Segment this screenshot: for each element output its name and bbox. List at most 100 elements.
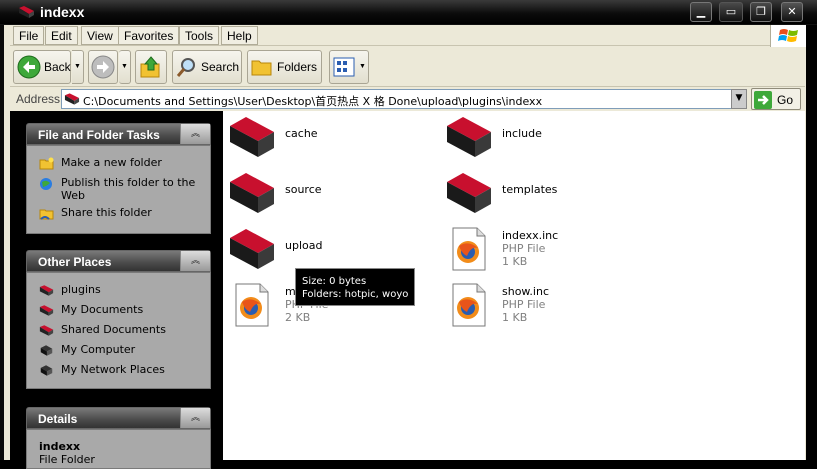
folders-icon xyxy=(251,60,272,76)
folder-icon xyxy=(39,305,54,316)
address-label: Address xyxy=(16,92,61,106)
collapse-chevron-icon[interactable]: ︽ xyxy=(180,408,210,428)
go-arrow-icon xyxy=(754,91,772,109)
folders-button[interactable]: Folders xyxy=(247,50,322,84)
other-places-panel: plugins My Documents Shared Documents My… xyxy=(26,272,211,389)
close-icon[interactable]: ✕ xyxy=(781,2,803,22)
share-folder-icon xyxy=(39,209,54,220)
forward-arrow-icon xyxy=(91,55,115,79)
file-item-source[interactable]: source xyxy=(228,170,428,218)
folders-label: Folders xyxy=(277,60,318,74)
other-places-title: Other Places xyxy=(38,255,112,269)
task-label: Make a new folder xyxy=(61,156,162,169)
back-arrow-icon xyxy=(17,55,41,79)
place-label: plugins xyxy=(61,283,101,296)
views-button[interactable]: ▼ xyxy=(329,50,369,84)
place-label: My Network Places xyxy=(61,363,165,376)
address-path: C:\Documents and Settings\User\Desktop\首… xyxy=(83,95,543,108)
go-button[interactable]: Go xyxy=(751,88,801,110)
file-type: PHP File xyxy=(502,242,546,255)
folder-icon xyxy=(230,229,274,269)
go-label: Go xyxy=(777,93,794,107)
address-bar: Address C:\Documents and Settings\User\D… xyxy=(10,88,805,110)
explorer-window: indexx ▁ ❐ ✕ ▭ File Edit View Favorites … xyxy=(0,0,817,469)
php-file-icon xyxy=(452,283,486,327)
place-label: My Documents xyxy=(61,303,144,316)
menu-bar: File Edit View Favorites Tools Help xyxy=(10,25,805,46)
tasks-panel: Make a new folder Publish this folder to… xyxy=(26,145,211,234)
tasks-panel-header[interactable]: File and Folder Tasks ︽ xyxy=(26,123,211,145)
window-border-right xyxy=(806,25,817,460)
address-dropdown-icon[interactable]: ▼ xyxy=(731,89,747,109)
menu-caption-icon[interactable]: ▭ xyxy=(719,2,743,22)
new-folder-icon xyxy=(39,157,54,170)
other-places-header[interactable]: Other Places ︽ xyxy=(26,250,211,272)
menu-file[interactable]: File xyxy=(13,26,45,45)
menu-edit[interactable]: Edit xyxy=(45,26,78,45)
task-label-line2: Web xyxy=(61,189,85,202)
file-item-upload[interactable]: upload xyxy=(228,226,428,274)
details-title: Details xyxy=(38,412,78,426)
details-header[interactable]: Details ︽ xyxy=(26,407,211,429)
place-label: Shared Documents xyxy=(61,323,166,336)
file-item-include[interactable]: include xyxy=(445,114,645,162)
tasks-panel-title: File and Folder Tasks xyxy=(38,128,160,142)
task-pane: File and Folder Tasks ︽ Make a new folde… xyxy=(10,111,223,469)
file-type: PHP File xyxy=(502,298,546,311)
php-file-icon xyxy=(235,283,269,327)
minimize-icon[interactable]: ▁ xyxy=(690,2,712,22)
file-name: indexx.inc xyxy=(502,229,559,242)
folder-tooltip: Size: 0 bytes Folders: hotpic, woyo xyxy=(295,268,415,306)
tooltip-size: Size: 0 bytes xyxy=(302,276,367,287)
file-name: source xyxy=(285,183,322,196)
file-name: upload xyxy=(285,239,323,252)
file-size: 2 KB xyxy=(285,311,311,324)
menu-favorites[interactable]: Favorites xyxy=(118,26,180,45)
task-label: Publish this folder to the xyxy=(61,176,196,189)
publish-web-icon xyxy=(40,178,52,190)
address-folder-icon xyxy=(64,93,80,105)
windows-logo-icon xyxy=(770,25,806,47)
views-dropdown-icon: ▼ xyxy=(359,63,366,70)
forward-dropdown-icon[interactable]: ▼ xyxy=(119,50,131,84)
collapse-chevron-icon[interactable]: ︽ xyxy=(180,124,210,144)
tooltip-folders: Folders: hotpic, woyo xyxy=(302,289,409,300)
toolbar: Back ▼ ▼ Search Folders ▼ xyxy=(10,47,805,87)
back-button[interactable]: Back xyxy=(13,50,71,84)
folder-icon xyxy=(39,285,54,296)
file-name: templates xyxy=(502,183,558,196)
search-button[interactable]: Search xyxy=(172,50,242,84)
file-name: cache xyxy=(285,127,318,140)
back-label: Back xyxy=(44,60,71,74)
file-size: 1 KB xyxy=(502,255,528,268)
file-item-indexx-inc[interactable]: indexx.inc PHP File 1 KB xyxy=(445,226,645,274)
address-input[interactable]: C:\Documents and Settings\User\Desktop\首… xyxy=(61,89,747,109)
title-bar[interactable]: indexx ▁ ❐ ✕ ▭ xyxy=(0,0,817,25)
menu-tools[interactable]: Tools xyxy=(179,26,220,45)
details-panel: indexx File Folder xyxy=(26,429,211,469)
php-file-icon xyxy=(452,227,486,271)
task-label: Share this folder xyxy=(61,206,152,219)
forward-button[interactable] xyxy=(88,50,118,84)
file-name: show.inc xyxy=(502,285,549,298)
restore-icon[interactable]: ❐ xyxy=(750,2,772,22)
collapse-chevron-icon[interactable]: ︽ xyxy=(180,251,210,271)
computer-icon xyxy=(40,345,53,356)
back-dropdown-icon[interactable]: ▼ xyxy=(72,50,84,84)
folder-icon xyxy=(230,173,274,213)
file-size: 1 KB xyxy=(502,311,528,324)
views-icon xyxy=(333,57,355,77)
search-icon xyxy=(176,58,195,77)
folder-icon xyxy=(447,173,491,213)
menu-view[interactable]: View xyxy=(81,26,119,45)
details-name: indexx xyxy=(39,440,81,453)
file-name: include xyxy=(502,127,542,140)
file-item-templates[interactable]: templates xyxy=(445,170,645,218)
file-item-cache[interactable]: cache xyxy=(228,114,428,162)
folder-icon xyxy=(447,117,491,157)
file-item-show-inc[interactable]: show.inc PHP File 1 KB xyxy=(445,282,645,330)
window-title: indexx xyxy=(40,4,85,20)
menu-help[interactable]: Help xyxy=(221,26,258,45)
up-folder-button[interactable] xyxy=(135,50,167,84)
folder-icon xyxy=(39,325,54,336)
